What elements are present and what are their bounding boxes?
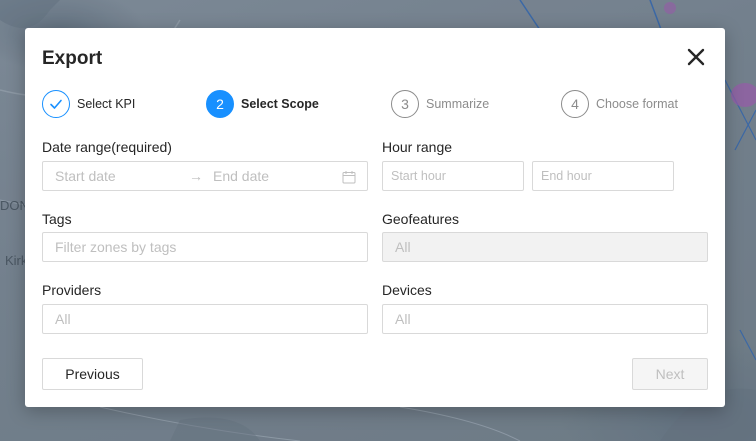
step-2-label: Select Scope <box>241 97 319 111</box>
range-arrow-icon: → <box>189 168 203 184</box>
check-icon <box>50 99 62 109</box>
devices-select[interactable]: All <box>382 304 708 334</box>
date-range-picker[interactable]: Start date → End date <box>42 161 368 191</box>
step-1-circle <box>42 90 70 118</box>
close-button[interactable] <box>685 46 707 68</box>
step-select-scope[interactable]: 2 Select Scope <box>206 90 319 118</box>
calendar-icon <box>342 171 356 184</box>
export-dialog: Export Select KPI 2 Select Scope 3 Summa… <box>25 28 725 407</box>
step-3-circle: 3 <box>391 90 419 118</box>
tags-input[interactable]: Filter zones by tags <box>42 232 368 262</box>
providers-select[interactable]: All <box>42 304 368 334</box>
next-button[interactable]: Next <box>632 358 708 390</box>
devices-label: Devices <box>382 282 432 298</box>
step-1-label: Select KPI <box>77 97 136 111</box>
step-summarize[interactable]: 3 Summarize <box>391 90 489 118</box>
end-hour-input[interactable]: End hour <box>532 161 674 191</box>
dialog-title: Export <box>42 48 103 69</box>
previous-button[interactable]: Previous <box>42 358 143 390</box>
step-indicator: Select KPI 2 Select Scope 3 Summarize 4 … <box>42 90 702 120</box>
step-2-circle: 2 <box>206 90 234 118</box>
step-choose-format[interactable]: 4 Choose format <box>561 90 678 118</box>
close-icon <box>687 48 705 66</box>
start-date-input[interactable]: Start date <box>55 168 183 184</box>
step-3-label: Summarize <box>426 97 490 111</box>
step-4-circle: 4 <box>561 90 589 118</box>
geofeatures-select: All <box>382 232 708 262</box>
end-date-input[interactable]: End date <box>213 168 269 184</box>
step-select-kpi[interactable]: Select KPI <box>42 90 135 118</box>
tags-label: Tags <box>42 211 72 227</box>
geofeatures-label: Geofeatures <box>382 211 460 227</box>
step-4-label: Choose format <box>596 97 678 111</box>
start-hour-input[interactable]: Start hour <box>382 161 524 191</box>
hour-range-label: Hour range <box>382 139 453 155</box>
providers-label: Providers <box>42 282 102 298</box>
date-range-label: Date range(required) <box>42 139 172 155</box>
